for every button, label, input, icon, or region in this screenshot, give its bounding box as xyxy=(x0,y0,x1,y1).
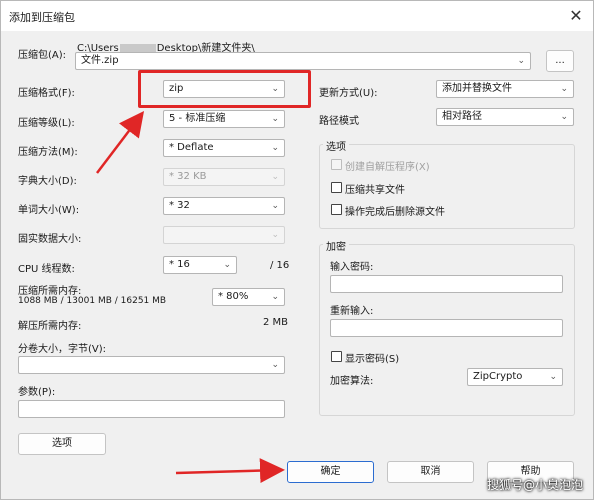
annotation-arrows xyxy=(96,111,285,484)
arrow-to-ok xyxy=(175,458,285,484)
watermark: 搜狐号@小臭泡泡 xyxy=(486,478,583,492)
add-to-archive-dialog: 添加到压缩包 ✕ 压缩包(A): C:\Users Desktop\新建文件夹\ … xyxy=(0,0,594,500)
arrow-to-format xyxy=(96,111,145,174)
